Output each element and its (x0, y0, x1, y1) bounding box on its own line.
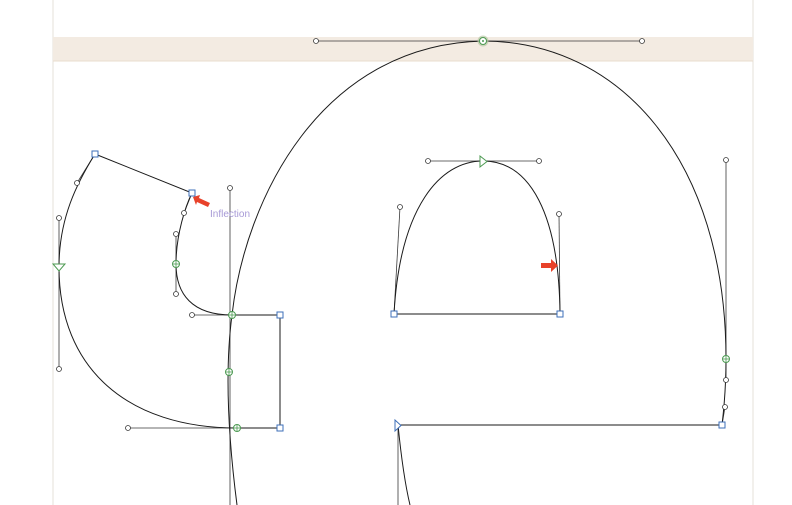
smooth-node-junction[interactable] (228, 311, 236, 319)
bowl-stroke (227, 314, 238, 505)
offcurve-point[interactable] (189, 312, 195, 318)
corner-node[interactable] (390, 310, 398, 318)
outer-contour (231, 40, 727, 505)
inflection-label: Inflection (210, 209, 250, 220)
smooth-node-bottom[interactable] (233, 424, 241, 432)
glyph-edit-view[interactable]: Inflection (0, 0, 792, 505)
glyph-edit-canvas[interactable]: Inflection (0, 0, 792, 505)
corner-node[interactable] (718, 421, 726, 429)
offcurve-point[interactable] (397, 204, 403, 210)
offcurve-points (56, 38, 729, 431)
oncurve-nodes (51, 35, 730, 433)
offcurve-point[interactable] (723, 377, 729, 383)
smooth-node-top[interactable] (477, 35, 489, 47)
offcurve-point[interactable] (125, 425, 131, 431)
offcurve-point[interactable] (425, 158, 431, 164)
offcurve-point[interactable] (173, 231, 179, 237)
offcurve-point[interactable] (639, 38, 645, 44)
smooth-node-right[interactable] (722, 355, 730, 363)
counter-contour (393, 160, 561, 315)
left-start-node[interactable] (51, 263, 67, 272)
corner-node[interactable] (276, 311, 284, 319)
corner-node[interactable] (556, 310, 564, 318)
offcurve-point[interactable] (173, 291, 179, 297)
left-component-contour (58, 153, 281, 429)
offcurve-point[interactable] (723, 157, 729, 163)
offcurve-point[interactable] (313, 38, 319, 44)
corner-node[interactable] (276, 424, 284, 432)
offcurve-point[interactable] (722, 404, 728, 410)
counter-start-node[interactable] (479, 154, 488, 169)
offcurve-point[interactable] (227, 185, 233, 191)
offcurve-point[interactable] (74, 180, 80, 186)
smooth-node-inner[interactable] (172, 260, 180, 268)
direction-arrow-icon (541, 259, 558, 272)
corner-node[interactable] (188, 189, 196, 197)
handles (58, 40, 727, 505)
offcurve-point[interactable] (56, 215, 62, 221)
smooth-node-bowl[interactable] (225, 368, 233, 376)
inflection-arrow-icon (193, 195, 210, 207)
outlines (58, 40, 727, 505)
offcurve-point[interactable] (536, 158, 542, 164)
offcurve-point[interactable] (181, 210, 187, 216)
corner-node[interactable] (91, 150, 99, 158)
offcurve-point[interactable] (56, 366, 62, 372)
offcurve-point[interactable] (556, 211, 562, 217)
